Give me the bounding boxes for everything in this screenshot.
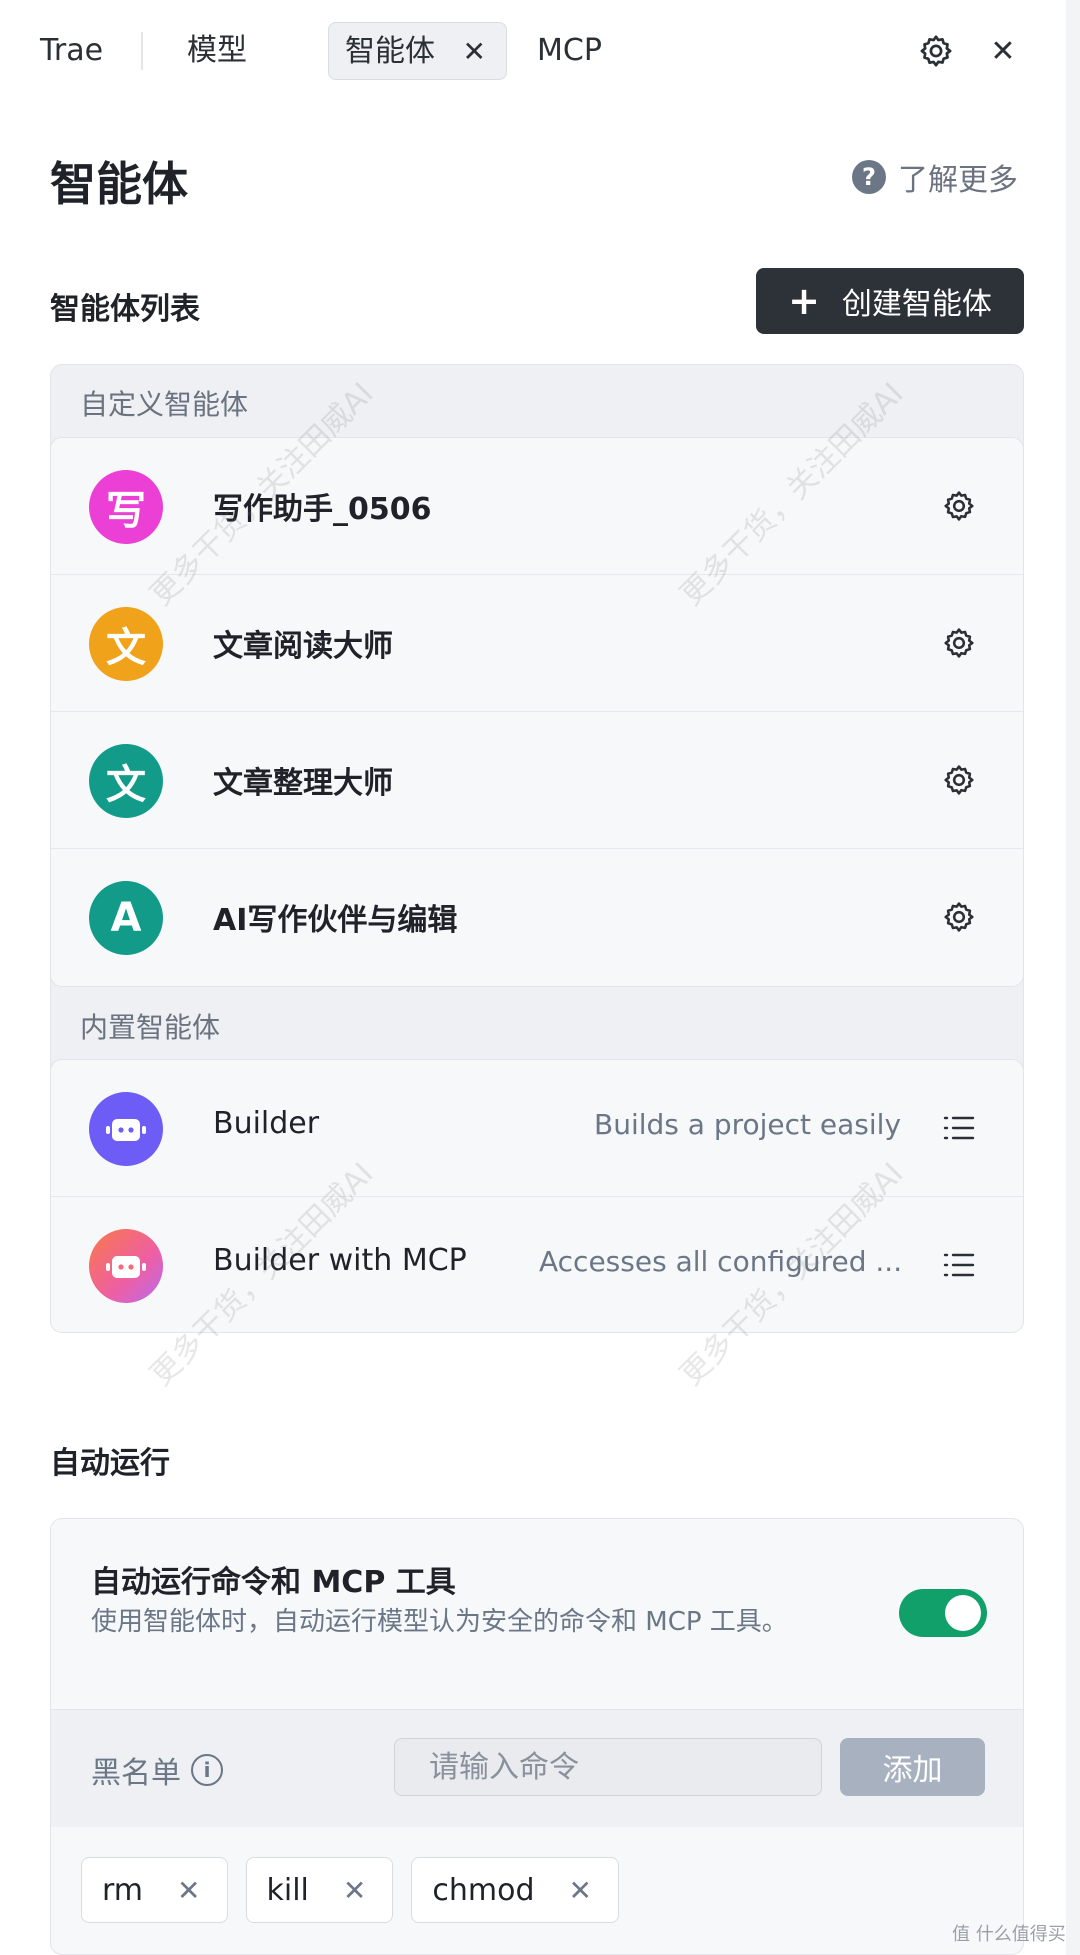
command-chip: rm ✕ bbox=[81, 1857, 228, 1923]
agent-name: 写作助手_0506 bbox=[213, 492, 432, 527]
learn-more-label: 了解更多 bbox=[898, 163, 1018, 198]
chip-label: chmod bbox=[432, 1872, 535, 1908]
list-icon[interactable] bbox=[937, 1243, 981, 1287]
close-icon[interactable]: ✕ bbox=[343, 1874, 366, 1907]
gear-icon[interactable] bbox=[937, 484, 981, 528]
chip-label: kill bbox=[266, 1872, 309, 1908]
avatar: 文 bbox=[89, 744, 163, 818]
custom-group-label: 自定义智能体 bbox=[80, 388, 249, 421]
blacklist-label: 黑名单 bbox=[91, 1756, 181, 1791]
auto-run-description: 使用智能体时，自动运行模型认为安全的命令和 MCP 工具。 bbox=[91, 1607, 788, 1637]
tab-divider bbox=[141, 32, 143, 70]
toggle-knob bbox=[945, 1595, 981, 1631]
footer-logo: 值 什么值得买 bbox=[952, 1924, 1066, 1945]
plus-icon: + bbox=[788, 279, 820, 323]
blacklist-row: 黑名单 i 添加 bbox=[51, 1709, 1023, 1827]
create-agent-button[interactable]: + 创建智能体 bbox=[756, 268, 1024, 334]
list-icon[interactable] bbox=[937, 1106, 981, 1150]
chip-label: rm bbox=[102, 1872, 144, 1908]
learn-more-link[interactable]: ? 了解更多 bbox=[852, 155, 1018, 199]
agent-name: 文章阅读大师 bbox=[213, 629, 393, 664]
builtin-group-label: 内置智能体 bbox=[80, 1011, 221, 1044]
agent-name: 文章整理大师 bbox=[213, 766, 393, 801]
create-agent-label: 创建智能体 bbox=[841, 287, 992, 322]
list-item[interactable]: 文 文章阅读大师 bbox=[51, 575, 1023, 712]
builtin-agents-list: Builder Builds a project easily Builder … bbox=[50, 1059, 1024, 1333]
command-chip: kill ✕ bbox=[245, 1857, 394, 1923]
info-icon[interactable]: i bbox=[191, 1754, 223, 1786]
agent-name: AI写作伙伴与编辑 bbox=[213, 903, 458, 938]
command-input[interactable] bbox=[394, 1738, 822, 1796]
gear-icon[interactable] bbox=[913, 28, 959, 74]
close-icon[interactable]: ✕ bbox=[980, 28, 1026, 74]
add-button[interactable]: 添加 bbox=[840, 1738, 985, 1796]
list-item[interactable]: 写 写作助手_0506 bbox=[51, 438, 1023, 575]
agent-list-title: 智能体列表 bbox=[50, 292, 200, 327]
tab-trae[interactable]: Trae bbox=[40, 22, 103, 80]
tab-mcp[interactable]: MCP bbox=[537, 22, 602, 80]
custom-agents-list: 写 写作助手_0506 文 文章阅读大师 文 文章整理大师 A AI写作伙伴与编… bbox=[50, 437, 1024, 987]
close-icon[interactable]: ✕ bbox=[177, 1874, 200, 1907]
tab-bar: Trae 模型 智能体 ✕ MCP ✕ bbox=[0, 0, 1066, 102]
avatar: 写 bbox=[89, 470, 163, 544]
robot-icon bbox=[89, 1229, 163, 1303]
tab-close-icon[interactable]: ✕ bbox=[463, 23, 486, 81]
blacklist-chips: rm ✕ kill ✕ chmod ✕ bbox=[81, 1857, 619, 1923]
tab-agents-label: 智能体 bbox=[345, 34, 435, 69]
auto-run-title: 自动运行命令和 MCP 工具 bbox=[91, 1565, 456, 1600]
gear-icon[interactable] bbox=[937, 758, 981, 802]
avatar: 文 bbox=[89, 607, 163, 681]
gear-icon[interactable] bbox=[937, 621, 981, 665]
list-item[interactable]: Builder with MCP Accesses all configured… bbox=[51, 1197, 1023, 1332]
auto-run-panel: 自动运行命令和 MCP 工具 使用智能体时，自动运行模型认为安全的命令和 MCP… bbox=[50, 1518, 1024, 1955]
tab-agents[interactable]: 智能体 ✕ bbox=[328, 22, 507, 80]
auto-run-toggle[interactable] bbox=[899, 1589, 987, 1637]
auto-run-section-title: 自动运行 bbox=[50, 1446, 170, 1481]
agent-description: Builds a project easily bbox=[594, 1108, 902, 1141]
tab-model[interactable]: 模型 bbox=[187, 22, 247, 80]
command-chip: chmod ✕ bbox=[411, 1857, 619, 1923]
avatar: A bbox=[89, 881, 163, 955]
agent-name: Builder with MCP bbox=[213, 1243, 467, 1278]
list-item[interactable]: A AI写作伙伴与编辑 bbox=[51, 849, 1023, 986]
robot-icon bbox=[89, 1092, 163, 1166]
close-icon[interactable]: ✕ bbox=[569, 1874, 592, 1907]
blacklist-label-group: 黑名单 i bbox=[91, 1748, 223, 1792]
list-item[interactable]: 文 文章整理大师 bbox=[51, 712, 1023, 849]
gear-icon[interactable] bbox=[937, 895, 981, 939]
agent-description: Accesses all configured ... bbox=[539, 1245, 903, 1278]
help-icon: ? bbox=[852, 160, 886, 194]
agent-name: Builder bbox=[213, 1106, 320, 1141]
page-title: 智能体 bbox=[50, 157, 188, 211]
list-item[interactable]: Builder Builds a project easily bbox=[51, 1060, 1023, 1197]
